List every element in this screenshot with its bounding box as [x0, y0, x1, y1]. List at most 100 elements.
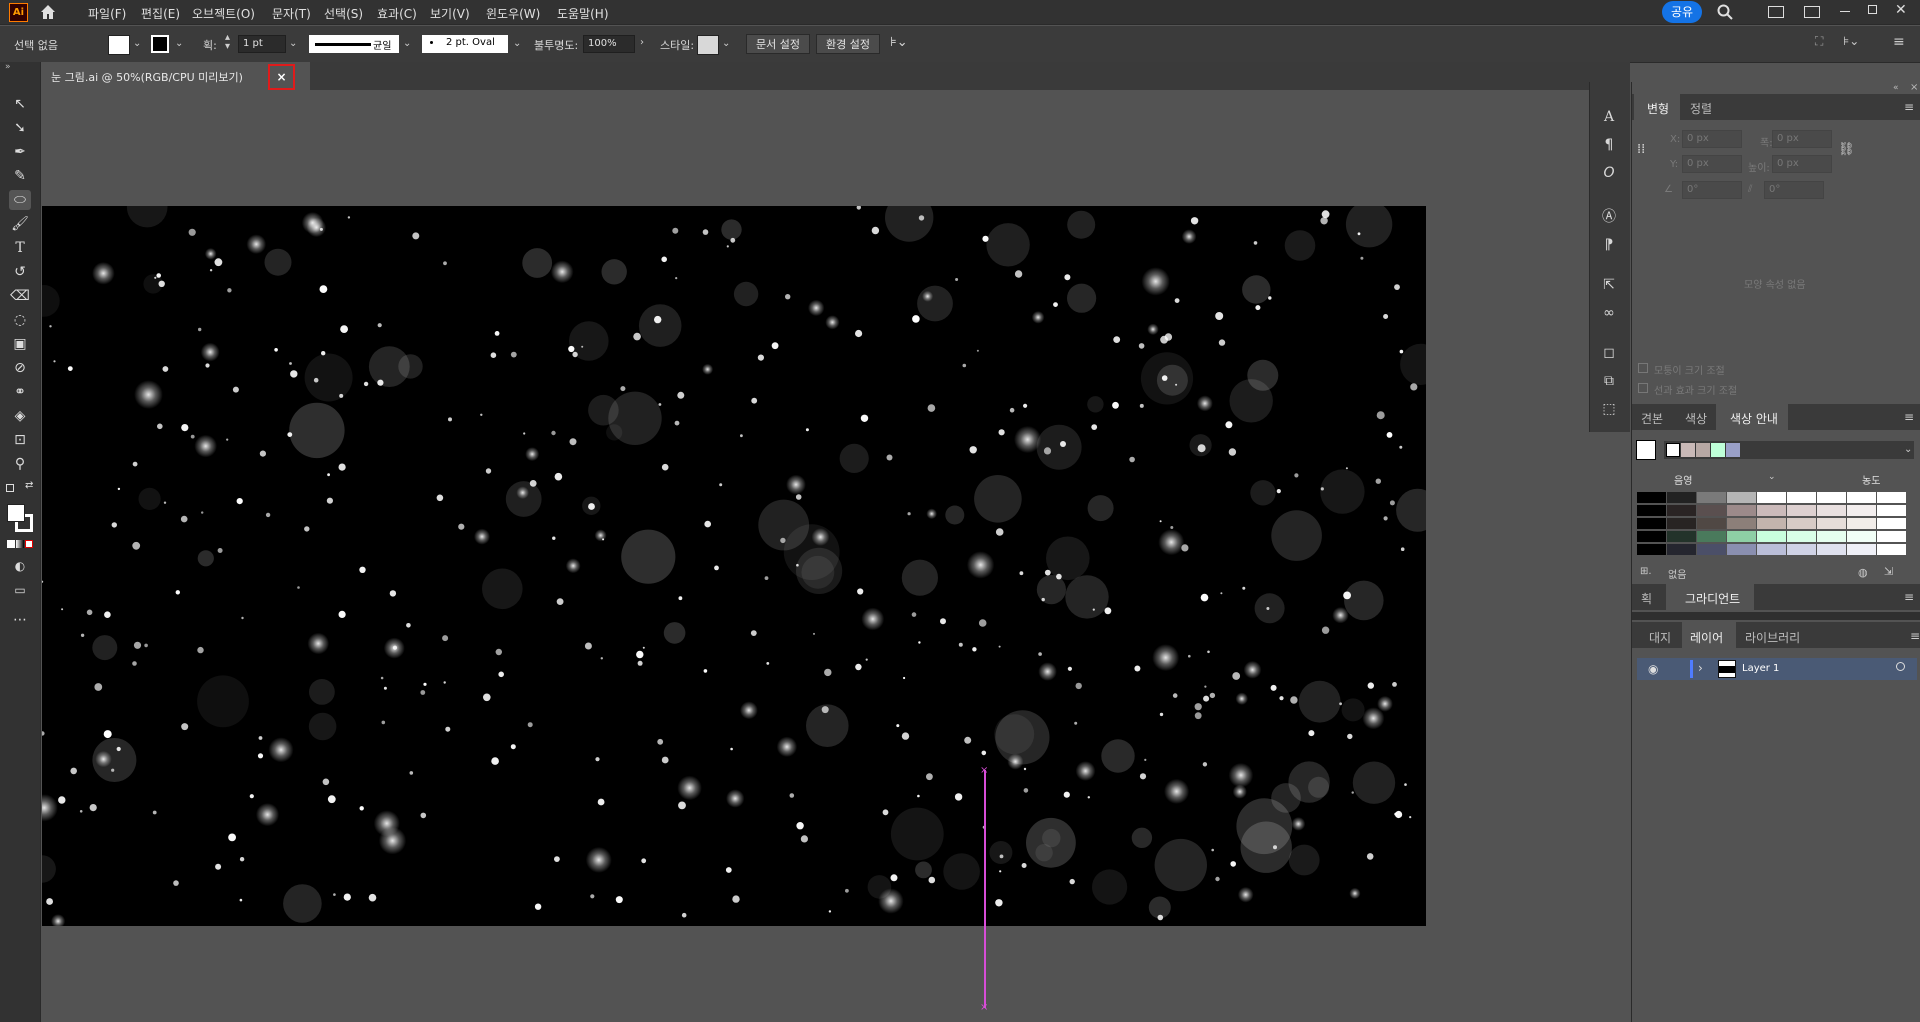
harmony-color-swatch[interactable] — [1711, 443, 1725, 457]
paragraph-panel-icon[interactable]: ¶ — [1598, 134, 1620, 156]
artboard-tool-icon[interactable]: ⊡ — [9, 430, 31, 450]
tab-libraries[interactable]: 라이브러리 — [1745, 629, 1800, 646]
color-variation-grid[interactable] — [1637, 492, 1907, 562]
tab-artboards[interactable]: 대지 — [1649, 629, 1671, 646]
gradient-tool-icon[interactable]: ▣ — [9, 334, 31, 354]
color-variation-cell[interactable] — [1637, 531, 1666, 542]
opacity-label[interactable]: 불투명도: — [534, 37, 578, 53]
menu-icon[interactable]: ≡ — [1893, 34, 1905, 50]
color-variation-cell[interactable] — [1847, 492, 1876, 503]
harmony-color-swatch[interactable] — [1726, 443, 1740, 457]
close-tab-button[interactable]: × — [268, 64, 295, 90]
workspace-icon[interactable] — [1768, 6, 1784, 18]
character-styles-icon[interactable]: Ⓐ — [1598, 206, 1620, 228]
harmony-color-swatch[interactable] — [1696, 443, 1710, 457]
color-variation-cell[interactable] — [1817, 492, 1846, 503]
default-colors-icon[interactable] — [6, 484, 14, 492]
toolbar-collapse-icon[interactable]: » — [5, 62, 11, 72]
tab-color[interactable]: 색상 — [1685, 410, 1707, 427]
eyedropper-tool-icon[interactable]: ⊘ — [9, 358, 31, 378]
artboards-icon[interactable]: ⧉ — [1598, 370, 1620, 392]
tab-transform[interactable]: 변형 — [1647, 100, 1669, 117]
restore-icon[interactable] — [1868, 5, 1877, 14]
layer-target-icon[interactable] — [1896, 662, 1905, 671]
profile-dropdown-icon[interactable]: ⌄ — [403, 38, 411, 49]
color-variation-cell[interactable] — [1697, 492, 1726, 503]
color-variation-cell[interactable] — [1847, 518, 1876, 529]
color-variation-cell[interactable] — [1637, 518, 1666, 529]
y-field[interactable]: 0 px — [1682, 155, 1742, 173]
paintbrush-tool-icon[interactable]: 🖌 — [9, 214, 31, 234]
color-variation-cell[interactable] — [1817, 518, 1846, 529]
scale-corners-checkbox[interactable] — [1638, 363, 1648, 373]
color-variation-cell[interactable] — [1847, 544, 1876, 555]
scale-strokes-checkbox[interactable] — [1638, 383, 1648, 393]
curvature-tool-icon[interactable]: ✎ — [9, 166, 31, 186]
color-wheel-icon[interactable]: ◍ — [1858, 566, 1868, 579]
preferences-button[interactable]: 환경 설정 — [816, 34, 880, 54]
layers-menu-icon[interactable]: ≡ — [1910, 629, 1920, 643]
x-field[interactable]: 0 px — [1682, 130, 1742, 148]
menu-item[interactable]: 효과(C) — [377, 5, 417, 22]
expand-layer-icon[interactable]: › — [1698, 661, 1703, 675]
color-variation-cell[interactable] — [1697, 531, 1726, 542]
shear-field[interactable]: 0° — [1764, 181, 1824, 199]
menu-item[interactable]: 윈도우(W) — [486, 5, 540, 22]
none-mode-icon[interactable] — [25, 540, 33, 548]
panels-close-icon[interactable]: × — [1910, 82, 1918, 93]
type-tool-icon[interactable]: T — [9, 238, 31, 258]
color-variation-cell[interactable] — [1727, 518, 1756, 529]
style-dropdown-icon[interactable]: ⌄ — [722, 38, 730, 49]
pen-tool-icon[interactable]: ✒ — [9, 142, 31, 162]
comments-icon[interactable]: ◻ — [1598, 342, 1620, 364]
direct-selection-tool-icon[interactable]: ➘ — [9, 118, 31, 138]
reference-point-icon[interactable]: ⁞⁞ — [1637, 142, 1655, 160]
color-variation-cell[interactable] — [1697, 505, 1726, 516]
character-panel-icon[interactable]: A — [1598, 106, 1620, 128]
links-icon[interactable]: ∞ — [1598, 302, 1620, 324]
h-field[interactable]: 0 px — [1772, 155, 1832, 173]
lasso-tool-icon[interactable]: ◌ — [9, 310, 31, 330]
eraser-tool-icon[interactable]: ⌫ — [9, 286, 31, 306]
color-variation-cell[interactable] — [1757, 505, 1786, 516]
constrain-proportions-icon[interactable]: ⛓ — [1838, 142, 1855, 157]
color-variation-cell[interactable] — [1697, 544, 1726, 555]
angle-field[interactable]: 0° — [1682, 181, 1742, 199]
blend-tool-icon[interactable]: ⚭ — [9, 382, 31, 402]
color-variation-cell[interactable] — [1817, 531, 1846, 542]
panels-collapse-icon[interactable]: « — [1893, 83, 1899, 93]
color-variation-cell[interactable] — [1757, 518, 1786, 529]
arrange-icon[interactable] — [1804, 6, 1820, 18]
color-panel-menu-icon[interactable]: ≡ — [1904, 410, 1914, 424]
selected-path[interactable] — [984, 770, 986, 1008]
selection-tool-icon[interactable]: ↖ — [9, 94, 31, 114]
harmony-dropdown-icon[interactable]: ⌄ — [1904, 444, 1912, 455]
color-variation-cell[interactable] — [1667, 492, 1696, 503]
fill-dropdown-icon[interactable]: ⌄ — [133, 38, 141, 49]
stroke-stepper-icon[interactable]: ▴ ▾ — [225, 33, 230, 52]
opentype-panel-icon[interactable]: O — [1598, 162, 1620, 184]
color-variation-cell[interactable] — [1787, 544, 1816, 555]
fill-color-icon[interactable] — [7, 504, 25, 522]
paragraph-styles-icon[interactable]: ⁋ — [1598, 234, 1620, 256]
color-variation-cell[interactable] — [1637, 492, 1666, 503]
menu-item[interactable]: 파일(F) — [88, 5, 126, 22]
color-variation-cell[interactable] — [1877, 518, 1906, 529]
panel-options-icon[interactable]: ⊧⌄ — [1843, 34, 1859, 48]
w-field[interactable]: 0 px — [1772, 130, 1832, 148]
path-anchor-top-icon[interactable]: × — [980, 765, 988, 776]
tab-color-guide[interactable]: 색상 안내 — [1730, 410, 1778, 427]
tab-align[interactable]: 정렬 — [1690, 100, 1712, 117]
menu-item[interactable]: 선택(S) — [324, 5, 363, 22]
color-variation-cell[interactable] — [1637, 505, 1666, 516]
color-variation-cell[interactable] — [1787, 531, 1816, 542]
color-variation-cell[interactable] — [1697, 518, 1726, 529]
layer-name[interactable]: Layer 1 — [1742, 663, 1779, 674]
color-variation-cell[interactable] — [1817, 505, 1846, 516]
swatch-library-icon[interactable]: ⊞. — [1640, 566, 1652, 577]
menu-item[interactable]: 편집(E) — [141, 5, 180, 22]
style-swatch[interactable] — [697, 35, 719, 55]
color-mode-icon[interactable] — [7, 540, 15, 548]
harmony-color-swatch[interactable] — [1666, 443, 1680, 457]
tab-layers[interactable]: 레이어 — [1690, 629, 1723, 646]
